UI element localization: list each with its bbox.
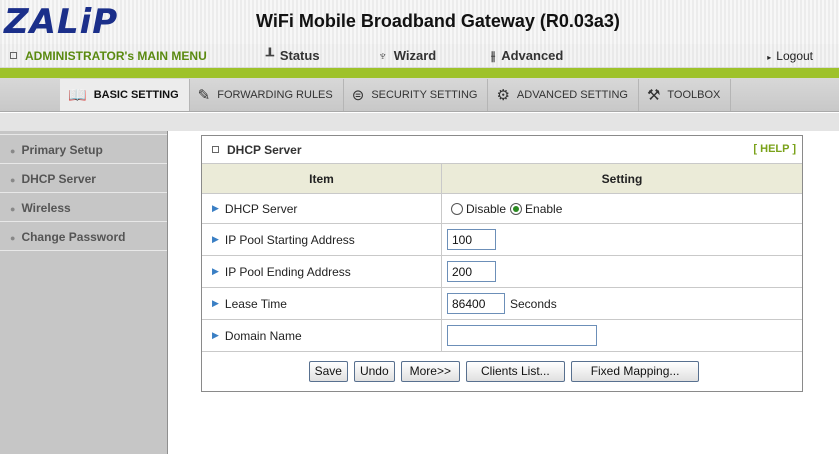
basic-setting-icon: 📖 [68, 87, 87, 104]
menu-item-label: Wizard [393, 48, 437, 63]
forwarding-rules-icon: ✎ [197, 87, 211, 104]
tab-label: SECURITY SETTING [371, 89, 478, 101]
main-menu-bar: ADMINISTRATOR's MAIN MENU ┸ Status ♆ Wizar… [0, 44, 839, 68]
sidebar-item-wireless[interactable]: ● Wireless [0, 193, 167, 222]
row-label: ▶ IP Pool Starting Address [202, 224, 442, 255]
security-setting-icon: ⊜ [351, 87, 365, 104]
sidebar-item-label: Primary Setup [21, 143, 103, 157]
sidebar-item-dhcp-server[interactable]: ● DHCP Server [0, 164, 167, 193]
table-row: ▶ IP Pool Starting Address [202, 224, 802, 256]
menu-item-label: Status [279, 48, 320, 63]
arrow-right-icon: ▶ [212, 234, 219, 244]
lease-time-label: Lease Time [224, 296, 287, 311]
tab-underline-band [0, 113, 839, 131]
wizard-icon: ♆ [378, 48, 388, 63]
lease-time-input[interactable] [447, 293, 505, 314]
tab-label: TOOLBOX [667, 89, 721, 101]
logout-label: Logout [776, 49, 813, 63]
table-row: ▶ Domain Name [202, 320, 802, 352]
bullet-icon: ● [10, 175, 16, 185]
panel-title: DHCP Server [212, 143, 301, 157]
pool-end-label: IP Pool Ending Address [224, 264, 351, 279]
tab-basic-setting[interactable]: 📖 BASIC SETTING [60, 79, 190, 111]
table-header-row: Item Setting [202, 164, 802, 194]
tab-advanced-setting[interactable]: ⚙ ADVANCED SETTING [488, 79, 639, 111]
dhcp-server-label: DHCP Server [224, 201, 298, 216]
row-label: ▶ DHCP Server [202, 194, 442, 223]
button-row: Save Undo More>> Clients List... Fixed M… [202, 352, 802, 390]
pool-end-input[interactable] [447, 261, 496, 282]
row-label: ▶ Lease Time [202, 288, 442, 319]
bullet-icon: ● [10, 233, 16, 243]
menu-item-wizard[interactable]: ♆ Wizard [378, 48, 436, 63]
sidebar-item-label: Change Password [21, 230, 126, 244]
sidebar: ● Primary Setup ● DHCP Server ● Wireless ● C… [0, 131, 168, 454]
square-bullet-icon [10, 52, 17, 60]
admin-main-menu-label: ADMINISTRATOR's MAIN MENU [25, 49, 207, 63]
disable-radio[interactable] [451, 202, 463, 215]
row-label: ▶ Domain Name [202, 320, 442, 351]
zalip-logo: ZALiP [4, 2, 119, 42]
panel-title-label: DHCP Server [227, 143, 302, 157]
clients-list-button[interactable]: Clients List... [465, 360, 565, 382]
undo-button[interactable]: Undo [353, 360, 395, 382]
lease-time-setting: Seconds [442, 288, 802, 319]
tab-label: ADVANCED SETTING [516, 89, 628, 101]
column-header-setting: Setting [601, 171, 643, 186]
logout-arrow-icon: ▸ [767, 53, 772, 62]
arrow-right-icon: ▶ [212, 298, 219, 308]
accent-stripe [0, 68, 839, 78]
dhcp-server-panel: DHCP Server [ HELP ] Item Setting ▶ DHCP … [201, 135, 803, 392]
domain-name-setting [442, 320, 802, 351]
more-button[interactable]: More>> [400, 360, 460, 382]
arrow-right-icon: ▶ [212, 266, 219, 276]
pool-end-setting [442, 256, 802, 287]
domain-name-label: Domain Name [224, 328, 302, 343]
disable-radio-label: Disable [466, 201, 507, 216]
toolbox-icon: ⚒ [646, 87, 661, 104]
dhcp-server-setting: Disable Enable [442, 194, 802, 223]
admin-main-menu[interactable]: ADMINISTRATOR's MAIN MENU [10, 49, 207, 63]
panel-header: DHCP Server [ HELP ] [202, 136, 802, 164]
arrow-right-icon: ▶ [212, 330, 219, 340]
page-title: WiFi Mobile Broadband Gateway (R0.03a3) [256, 11, 620, 31]
fixed-mapping-button[interactable]: Fixed Mapping... [570, 360, 700, 382]
lease-time-unit: Seconds [510, 296, 557, 311]
tab-label: BASIC SETTING [93, 89, 179, 101]
help-link[interactable]: [ HELP ] [753, 143, 796, 155]
arrow-right-icon: ▶ [212, 203, 219, 213]
row-label: ▶ IP Pool Ending Address [202, 256, 442, 287]
column-header-item: Item [202, 164, 442, 193]
sidebar-item-label: DHCP Server [21, 172, 96, 186]
square-bullet-icon [212, 146, 219, 154]
domain-name-input[interactable] [447, 325, 597, 346]
bullet-icon: ● [10, 204, 16, 214]
tab-label: FORWARDING RULES [217, 89, 333, 101]
sidebar-item-change-password[interactable]: ● Change Password [0, 222, 167, 251]
menu-item-advanced[interactable]: ⫲ Advanced [491, 48, 563, 64]
menu-item-label: Advanced [501, 48, 564, 63]
tab-forwarding-rules[interactable]: ✎ FORWARDING RULES [190, 79, 344, 111]
table-row: ▶ Lease Time Seconds [202, 288, 802, 320]
enable-radio[interactable] [510, 202, 523, 215]
sidebar-item-primary-setup[interactable]: ● Primary Setup [0, 135, 167, 164]
enable-radio-label: Enable [525, 201, 563, 216]
pool-start-setting [442, 224, 802, 255]
bullet-icon: ● [10, 146, 16, 156]
pool-start-label: IP Pool Starting Address [224, 232, 355, 247]
tab-security-setting[interactable]: ⊜ SECURITY SETTING [344, 79, 489, 111]
tab-bar: 📖 BASIC SETTING ✎ FORWARDING RULES ⊜ SEC… [0, 78, 839, 112]
save-button[interactable]: Save [308, 360, 348, 382]
sidebar-item-label: Wireless [21, 201, 71, 215]
menu-item-status[interactable]: ┸ Status [266, 48, 320, 64]
pool-start-input[interactable] [447, 229, 496, 250]
tab-toolbox[interactable]: ⚒ TOOLBOX [639, 79, 732, 111]
status-icon: ┸ [266, 48, 274, 63]
advanced-setting-icon: ⚙ [496, 87, 510, 104]
header: ZALiP WiFi Mobile Broadband Gateway (R0.… [0, 0, 839, 44]
advanced-icon: ⫲ [491, 48, 496, 63]
table-row: ▶ IP Pool Ending Address [202, 256, 802, 288]
logout-link[interactable]: ▸ Logout [767, 49, 813, 63]
table-row: ▶ DHCP Server Disable Enable [202, 194, 802, 224]
